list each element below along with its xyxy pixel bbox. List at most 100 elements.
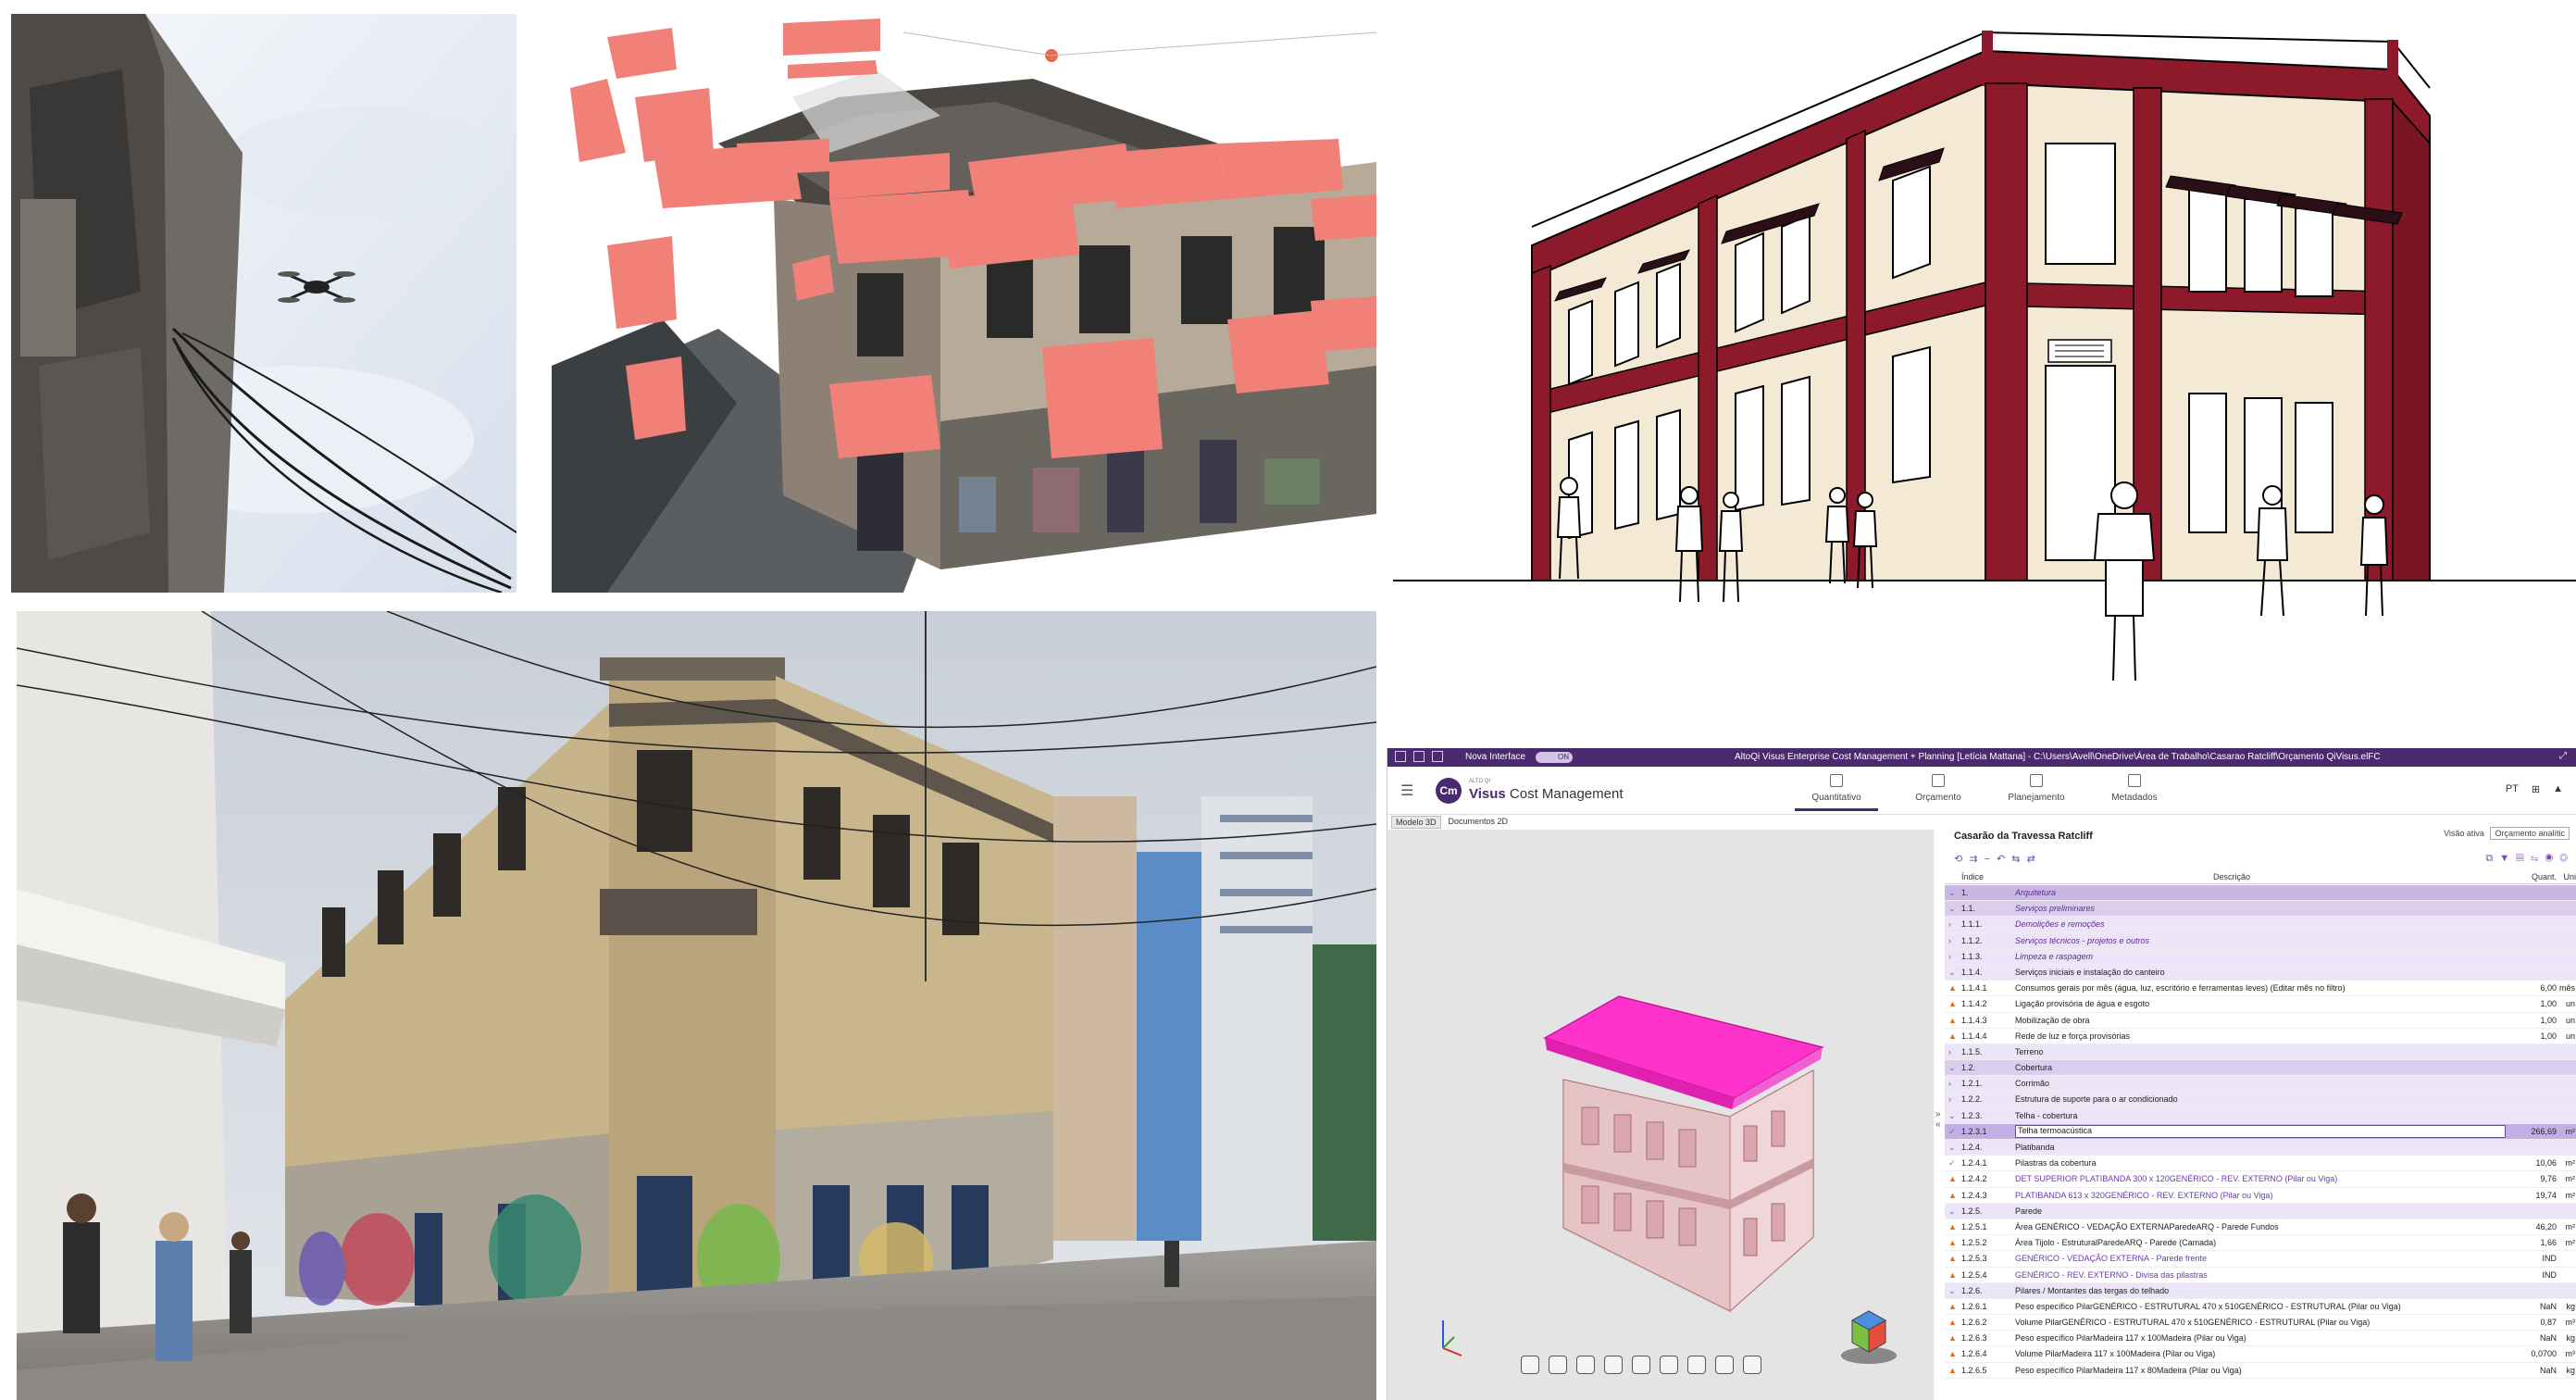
user-icon[interactable]: ▲ (2553, 783, 2563, 795)
expand-chevron-icon[interactable]: ⌄ (1948, 1063, 1958, 1073)
table-row[interactable]: › 1.2.1. Corrimão (1945, 1076, 2576, 1093)
table-tools[interactable]: ⧉ ▼ ▤ ⇋ ◉ ◎ (2485, 853, 2570, 865)
tab-orcamento[interactable]: Orçamento (1897, 770, 1980, 803)
table-row[interactable]: ▲ 1.2.6.1 Peso específico PilarGENÉRICO - … (1945, 1299, 2576, 1316)
expand-chevron-icon[interactable]: ⌄ (1948, 904, 1958, 914)
table-row[interactable]: ⌄ 1.2.3. Telha - cobertura (1945, 1107, 2576, 1124)
col-qty[interactable]: Quant. (2532, 872, 2557, 881)
expand-chevron-icon[interactable]: ⌄ (1948, 1206, 1958, 1217)
settings-icon[interactable] (1715, 1356, 1734, 1374)
budget-panel: Casarão da Travessa Ratcliff Visão ativa… (1945, 816, 2576, 1400)
check-icon[interactable]: ✓ (1948, 1127, 1958, 1137)
col-unit[interactable]: Unid (2563, 872, 2576, 881)
col-index[interactable]: Índice (1961, 872, 1984, 881)
row-index: 1.2.6.4 (1961, 1349, 1987, 1359)
eye-icon[interactable] (1549, 1356, 1567, 1374)
table-row[interactable]: ⌄ 1. Arquitetura (1945, 885, 2576, 902)
facade-drawing (1393, 14, 2576, 718)
collapse-panel-icon[interactable]: » « (1935, 1109, 1941, 1130)
table-row[interactable]: ▲ 1.2.6.2 Volume PilarGENÉRICO - ESTRUTURA… (1945, 1315, 2576, 1331)
grid-icon[interactable]: ⊞ (2532, 783, 2540, 795)
active-view-select[interactable]: Orçamento analític (2490, 827, 2570, 840)
table-row[interactable]: ▲ 1.1.4.2 Ligação provisória de água e esg… (1945, 996, 2576, 1013)
row-index: 1.2.6.5 (1961, 1365, 1987, 1375)
table-row[interactable]: › 1.2.2. Estrutura de suporte para o ar co… (1945, 1092, 2576, 1108)
nova-interface-toggle[interactable]: ON (1536, 752, 1573, 763)
target-icon[interactable] (1521, 1356, 1539, 1374)
menu-icon[interactable]: ☰ (1400, 781, 1413, 800)
table-row[interactable]: ⌄ 1.1.4. Serviços iniciais e instalação do… (1945, 964, 2576, 981)
table-row[interactable]: ▲ 1.1.4.3 Mobilização de obra 1,00 un (1945, 1013, 2576, 1029)
table-row[interactable]: › 1.1.2. Serviços técnicos - projetos e ou… (1945, 932, 2576, 949)
table-row[interactable]: ▲ 1.1.4.4 Rede de luz e força provisórias 1… (1945, 1029, 2576, 1044)
tab-orcamento-label: Orçamento (1915, 793, 1961, 803)
row-index: 1.1.5. (1961, 1046, 1983, 1056)
table-row[interactable]: ▲ 1.2.5.2 Área Tijolo - EstruturalParedeAR… (1945, 1235, 2576, 1252)
select-icon[interactable] (1604, 1356, 1623, 1374)
table-row[interactable]: ▲ 1.2.5.3 GENÉRICO - VEDAÇÃO EXTERNA - Par… (1945, 1251, 2576, 1268)
expand-chevron-icon[interactable]: ⌄ (1948, 1286, 1958, 1296)
table-row[interactable]: ▲ 1.2.6.5 Peso específico PilarMadeira 117… (1945, 1363, 2576, 1379)
table-row[interactable]: › 1.1.3. Limpeza e raspagem (1945, 948, 2576, 965)
zoom-icon[interactable] (1687, 1356, 1706, 1374)
app-logo-product: Cost Management (1509, 786, 1624, 802)
fit-view-icon[interactable] (1743, 1356, 1761, 1374)
table-row[interactable]: ⌄ 1.2.4. Platibanda (1945, 1140, 2576, 1156)
expand-chevron-icon[interactable]: ⌄ (1948, 968, 1958, 978)
table-row[interactable]: › 1.1.1. Demolições e remoções (1945, 917, 2576, 933)
tab-modelo-3d[interactable]: Modelo 3D (1391, 816, 1441, 829)
navigation-cube-icon[interactable] (1841, 1310, 1897, 1364)
table-row[interactable]: ⌄ 1.1. Serviços preliminares (1945, 901, 2576, 918)
expand-chevron-icon[interactable]: ⌄ (1948, 1143, 1958, 1153)
row-quantity: 6,00 (2540, 983, 2557, 994)
row-quantity: NaN (2539, 1333, 2557, 1344)
expand-chevron-icon[interactable]: › (1948, 1094, 1958, 1104)
tab-documentos-2d[interactable]: Documentos 2D (1445, 816, 1512, 829)
table-row[interactable]: ✓ 1.2.3.1 Telha termoacústica 266,69 m² (1945, 1123, 2576, 1140)
expand-chevron-icon[interactable]: › (1948, 1079, 1958, 1088)
table-row[interactable]: ✓ 1.2.4.1 Pilastras da cobertura 10,06 m² (1945, 1156, 2576, 1172)
check-icon[interactable]: ✓ (1948, 1158, 1958, 1169)
table-row[interactable]: ▲ 1.1.4.1 Consumos gerais por mês (água, l… (1945, 981, 2576, 997)
table-row[interactable]: ▲ 1.2.6.3 Peso específico PilarMadeira 117… (1945, 1331, 2576, 1347)
fullscreen-icon[interactable]: ⤢ (2559, 751, 2567, 761)
expand-chevron-icon[interactable]: › (1948, 952, 1958, 961)
row-quantity: IND (2542, 1254, 2557, 1264)
expand-chevron-icon[interactable]: › (1948, 1047, 1958, 1056)
pin-icon[interactable] (1660, 1356, 1678, 1374)
table-row[interactable]: ▲ 1.2.6.4 Volume PilarMadeira 117 x 100Mad… (1945, 1346, 2576, 1363)
col-desc[interactable]: Descrição (2213, 872, 2250, 881)
table-row[interactable]: ⌄ 1.2. Cobertura (1945, 1060, 2576, 1077)
layers-icon[interactable] (1576, 1356, 1595, 1374)
table-row[interactable]: ⌄ 1.2.5. Parede (1945, 1203, 2576, 1219)
warning-icon: ▲ (1948, 1015, 1957, 1025)
table-row[interactable]: ▲ 1.2.4.3 PLATIBANDA 613 x 320GENÉRICO - R… (1945, 1188, 2576, 1204)
language-selector[interactable]: PT (2506, 783, 2519, 795)
table-row[interactable]: ▲ 1.2.5.1 Área GENÉRICO - VEDAÇÃO EXTERNAP… (1945, 1219, 2576, 1236)
table-row[interactable]: ▲ 1.2.5.4 GENÉRICO - REV. EXTERNO - Divisa… (1945, 1268, 2576, 1283)
building-3d-model[interactable] (1388, 830, 1934, 1400)
tab-quantitativo-label: Quantitativo (1811, 793, 1861, 803)
expand-chevron-icon[interactable]: › (1948, 936, 1958, 945)
warning-icon: ▲ (1948, 1190, 1957, 1200)
expand-chevron-icon[interactable]: › (1948, 919, 1958, 929)
tab-quantitativo[interactable]: Quantitativo (1795, 770, 1878, 811)
filter-icon[interactable] (1632, 1356, 1650, 1374)
table-row[interactable]: ⌄ 1.2.6. Pilares / Montantes das tergas do… (1945, 1282, 2576, 1299)
row-unit: mês (2558, 983, 2575, 994)
model-3d-viewport[interactable] (1388, 830, 1934, 1400)
save-icon[interactable] (1413, 751, 1425, 762)
viewport-toolbar (1521, 1356, 1761, 1374)
folder-icon[interactable] (1395, 751, 1406, 762)
expand-chevron-icon[interactable]: ⌄ (1948, 888, 1958, 898)
tab-metadados[interactable]: Metadados (2093, 770, 2176, 803)
row-unit: m² (2565, 1238, 2576, 1248)
table-row[interactable]: › 1.1.5. Terreno (1945, 1044, 2576, 1061)
expand-chevron-icon[interactable]: ⌄ (1948, 1111, 1958, 1121)
table-row[interactable]: ▲ 1.2.4.2 DET SUPERIOR PLATIBANDA 300 x 12… (1945, 1171, 2576, 1188)
tree-tools[interactable]: ⟲ ⇉ − ↶ ⇆ ⇄ (1954, 853, 2037, 865)
gear-icon[interactable] (1432, 751, 1443, 762)
warning-icon: ▲ (1948, 1254, 1957, 1264)
tab-planejamento[interactable]: Planejamento (1995, 770, 2078, 803)
row-unit: un (2565, 999, 2575, 1009)
